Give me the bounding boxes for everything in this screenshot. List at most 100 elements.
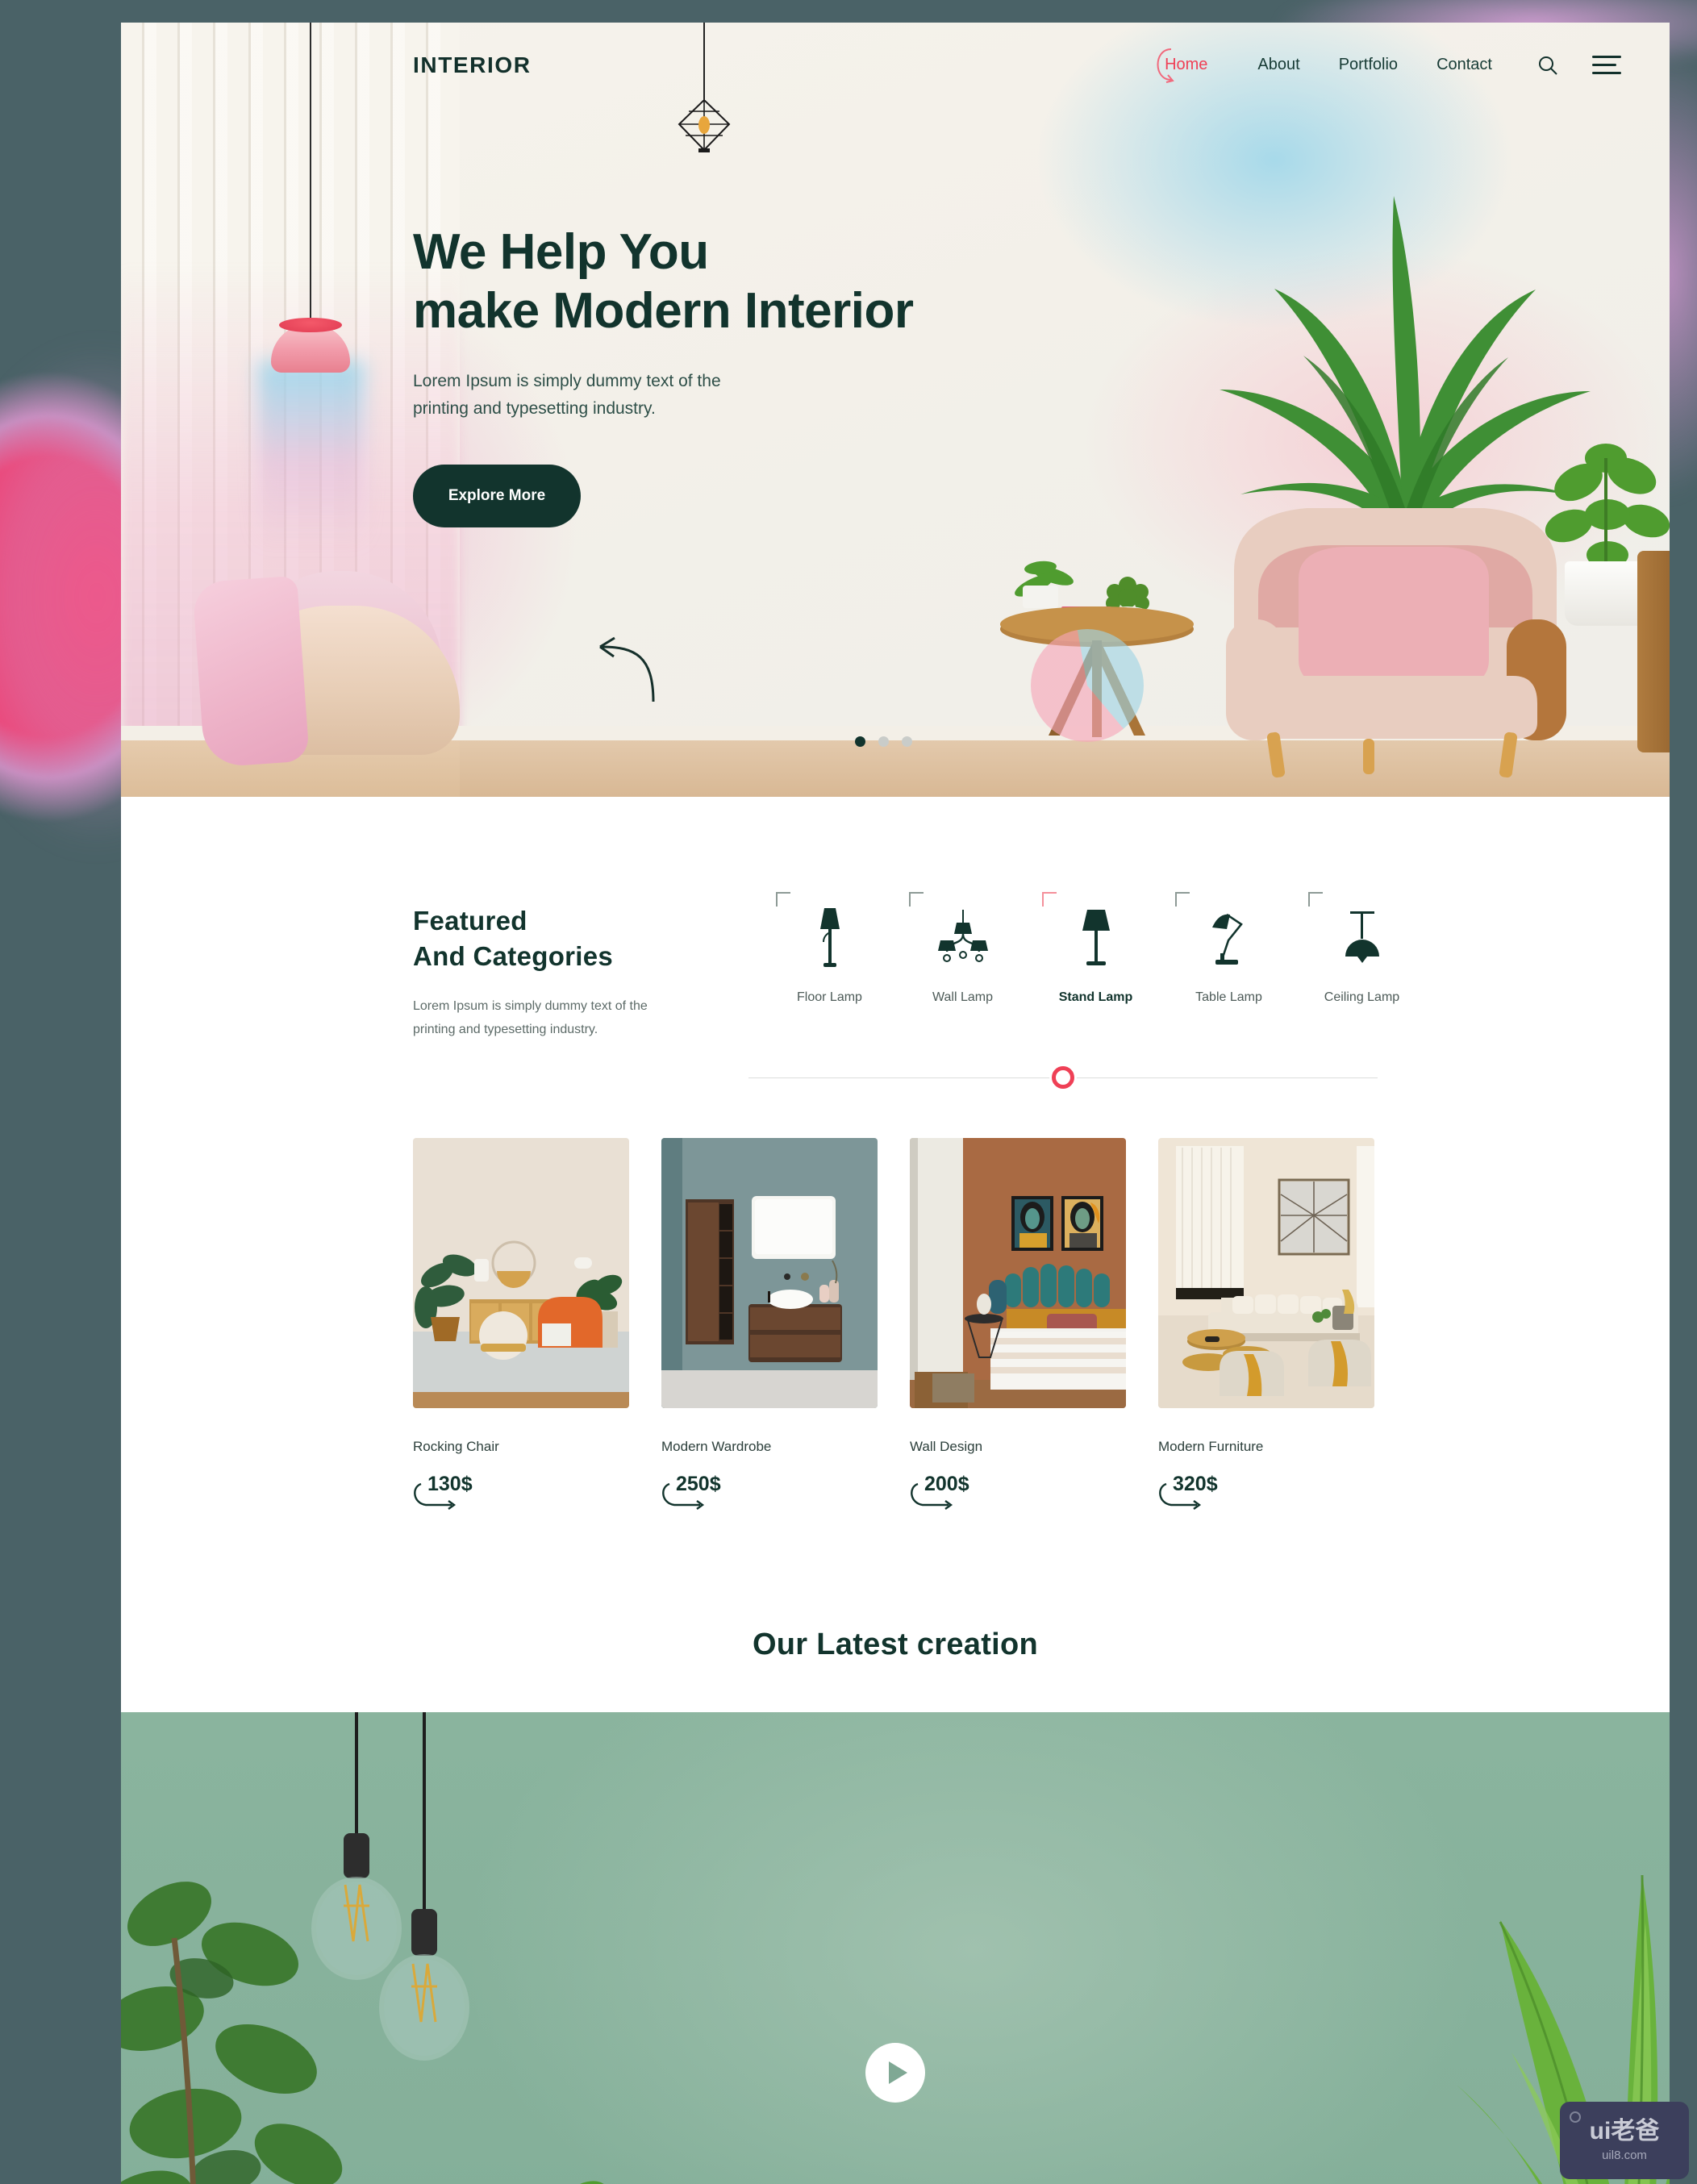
slider-knob[interactable]	[1052, 1066, 1074, 1090]
hamburger-menu-icon[interactable]	[1592, 56, 1621, 74]
product-price: 200$	[924, 1473, 969, 1496]
product-card-modern-wardrobe[interactable]: Modern Wardrobe 250$	[661, 1138, 878, 1511]
product-card-modern-furniture[interactable]: Modern Furniture 320$	[1158, 1138, 1374, 1511]
cage-pendant-icon	[678, 100, 731, 152]
website-canvas: INTERIOR Home About Portfolio Contact We…	[121, 23, 1670, 2184]
category-label: Floor Lamp	[797, 990, 862, 1004]
product-price: 320$	[1173, 1473, 1218, 1496]
wooden-stool	[1637, 551, 1670, 752]
search-icon[interactable]	[1537, 55, 1558, 76]
hero-pink-throw	[192, 575, 310, 769]
latest-creation-heading: Our Latest creation	[752, 1628, 1039, 1662]
product-thumbnail[interactable]	[661, 1138, 878, 1409]
nav-item-home[interactable]: Home	[1153, 48, 1219, 83]
category-ceiling-lamp[interactable]: Ceiling Lamp	[1295, 892, 1428, 1005]
play-video-button[interactable]	[865, 2043, 925, 2103]
product-name: Wall Design	[910, 1439, 983, 1455]
pink-armchair	[1226, 508, 1566, 778]
hero-carousel-dots	[855, 736, 912, 747]
featured-title-line2: And Categories	[413, 940, 614, 971]
category-stand-lamp[interactable]: Stand Lamp	[1029, 892, 1162, 1005]
living-room-orange-armchair-image	[413, 1138, 629, 1409]
category-slider[interactable]	[748, 1066, 1378, 1090]
nav-link-contact[interactable]: Contact	[1436, 56, 1492, 74]
category-corner-marker	[909, 892, 924, 907]
luxury-living-room-beige-image	[1158, 1138, 1374, 1409]
category-list: Floor Lamp Wall Lamp Stand Lamp Table La…	[752, 892, 1428, 1005]
category-wall-lamp[interactable]: Wall Lamp	[896, 892, 1029, 1005]
product-card-rocking-chair[interactable]: Rocking Chair 130$	[413, 1138, 629, 1511]
nav-link-about[interactable]: About	[1257, 56, 1299, 74]
product-thumbnail[interactable]	[413, 1138, 629, 1409]
hero-copy: We Help You make Modern Interior Lorem I…	[413, 223, 914, 702]
bathroom-wood-vanity-image	[661, 1138, 878, 1409]
featured-row: Featured And Categories Lorem Ipsum is s…	[413, 892, 1399, 1041]
product-price-row: 320$	[1158, 1473, 1374, 1511]
brand-logo[interactable]: INTERIOR	[413, 52, 532, 78]
featured-desc-line2: printing and typesetting industry.	[413, 1023, 598, 1037]
desk-lamp-icon	[1162, 903, 1295, 969]
category-corner-marker	[1175, 892, 1190, 907]
category-corner-marker	[1042, 892, 1057, 907]
hero-section: INTERIOR Home About Portfolio Contact We…	[121, 23, 1670, 797]
product-name: Modern Wardrobe	[661, 1439, 772, 1455]
watermark-url: uil8.com	[1602, 2148, 1647, 2162]
category-label: Stand Lamp	[1058, 990, 1133, 1004]
category-label: Ceiling Lamp	[1324, 990, 1400, 1004]
hero-title-line2: make Modern Interior	[413, 283, 914, 340]
chandelier-icon	[896, 903, 1029, 969]
ficus-tree	[121, 1882, 343, 2184]
nav-icon-group	[1537, 55, 1621, 76]
product-name: Rocking Chair	[413, 1439, 499, 1455]
nav-links: Home About Portfolio Contact	[1153, 48, 1492, 83]
product-grid: Rocking Chair 130$ Modern Wardrobe 250$ …	[121, 1080, 1670, 1511]
product-price-row: 250$	[661, 1473, 878, 1511]
decorative-circle	[1031, 629, 1144, 742]
nav-link-portfolio[interactable]: Portfolio	[1339, 56, 1398, 74]
shelf-objects	[571, 2181, 607, 2184]
latest-creation-video[interactable]	[121, 1712, 1670, 2184]
product-name: Modern Furniture	[1158, 1439, 1264, 1455]
hero-title-line1: We Help You	[413, 224, 709, 280]
category-corner-marker	[1308, 892, 1323, 907]
featured-categories-section: Featured And Categories Lorem Ipsum is s…	[121, 797, 1670, 1090]
featured-title: Featured And Categories	[413, 903, 752, 973]
product-price: 250$	[676, 1473, 721, 1496]
featured-desc-line1: Lorem Ipsum is simply dummy text of the	[413, 999, 648, 1014]
pendant-lamp-glow	[258, 361, 365, 547]
watermark-ring-icon	[1570, 2111, 1581, 2123]
featured-description: Lorem Ipsum is simply dummy text of the …	[413, 994, 752, 1041]
featured-text-block: Featured And Categories Lorem Ipsum is s…	[413, 903, 752, 1041]
carousel-dot-3[interactable]	[902, 736, 912, 747]
bedroom-terracotta-wall-image	[910, 1138, 1126, 1409]
hero-subtitle-line1: Lorem Ipsum is simply dummy text of the	[413, 372, 721, 391]
product-price-row: 130$	[413, 1473, 629, 1511]
product-price: 130$	[427, 1473, 473, 1496]
category-table-lamp[interactable]: Table Lamp	[1162, 892, 1295, 1005]
product-price-row: 200$	[910, 1473, 1126, 1511]
play-triangle-icon	[889, 2061, 907, 2085]
product-card-wall-design[interactable]: Wall Design 200$	[910, 1138, 1126, 1511]
floor-lamp-icon	[763, 903, 896, 969]
curved-arrow-icon	[599, 636, 655, 702]
hero-title: We Help You make Modern Interior	[413, 223, 914, 340]
hero-subtitle-line2: printing and typesetting industry.	[413, 399, 656, 419]
watermark: ui老爸 uil8.com	[1560, 2102, 1689, 2179]
category-corner-marker	[776, 892, 790, 907]
product-thumbnail[interactable]	[1158, 1138, 1374, 1409]
carousel-dot-2[interactable]	[878, 736, 889, 747]
category-label: Wall Lamp	[932, 990, 993, 1004]
stand-lamp-icon	[1029, 903, 1162, 969]
main-navigation: INTERIOR Home About Portfolio Contact	[121, 23, 1670, 107]
category-label: Table Lamp	[1195, 990, 1262, 1004]
watermark-title: ui老爸	[1589, 2117, 1660, 2144]
ceiling-lamp-icon	[1295, 903, 1428, 969]
category-floor-lamp[interactable]: Floor Lamp	[763, 892, 896, 1005]
explore-more-button[interactable]: Explore More	[413, 465, 581, 528]
hero-subtitle: Lorem Ipsum is simply dummy text of the …	[413, 368, 913, 423]
home-circle-accent-icon	[1157, 48, 1174, 83]
pendant-lamp-top-disc	[279, 318, 342, 332]
product-thumbnail[interactable]	[910, 1138, 1126, 1409]
carousel-dot-1[interactable]	[855, 736, 865, 747]
featured-title-line1: Featured	[413, 906, 527, 936]
